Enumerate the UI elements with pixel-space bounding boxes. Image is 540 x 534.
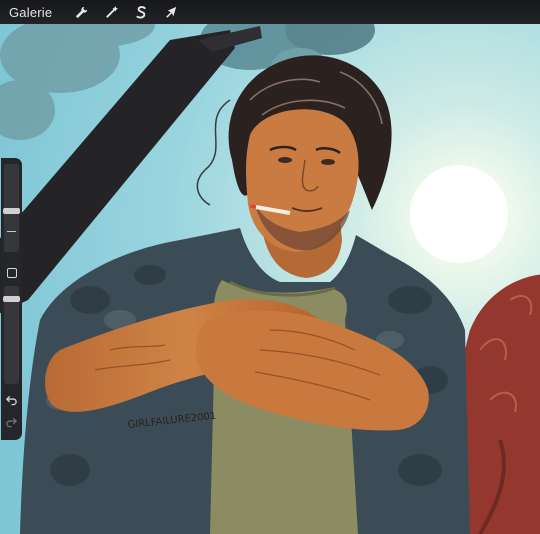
magic-wand-icon — [105, 5, 118, 18]
selection-button[interactable] — [126, 1, 156, 23]
adjustments-button[interactable] — [96, 1, 126, 23]
left-sidebar — [1, 158, 22, 440]
redo-icon[interactable] — [5, 416, 18, 428]
brush-size-slider[interactable] — [3, 164, 20, 252]
opacity-slider[interactable] — [3, 286, 20, 384]
square-icon[interactable] — [7, 268, 17, 278]
sun — [410, 165, 508, 263]
opacity-knob[interactable] — [3, 296, 20, 302]
gallery-button[interactable]: Galerie — [9, 5, 52, 20]
procreate-app: GIRLFAILURE2001 Galerie — [0, 0, 540, 534]
minus-icon[interactable] — [7, 231, 16, 232]
transform-button[interactable] — [156, 1, 186, 23]
actions-button[interactable] — [66, 1, 96, 23]
undo-icon[interactable] — [5, 394, 18, 406]
arrow-cursor-icon — [166, 6, 176, 18]
drawing-canvas[interactable]: GIRLFAILURE2001 — [0, 0, 540, 534]
brush-size-knob[interactable] — [3, 208, 20, 214]
wrench-icon — [75, 6, 87, 18]
selection-s-icon — [135, 5, 146, 18]
top-toolbar: Galerie — [0, 0, 540, 24]
